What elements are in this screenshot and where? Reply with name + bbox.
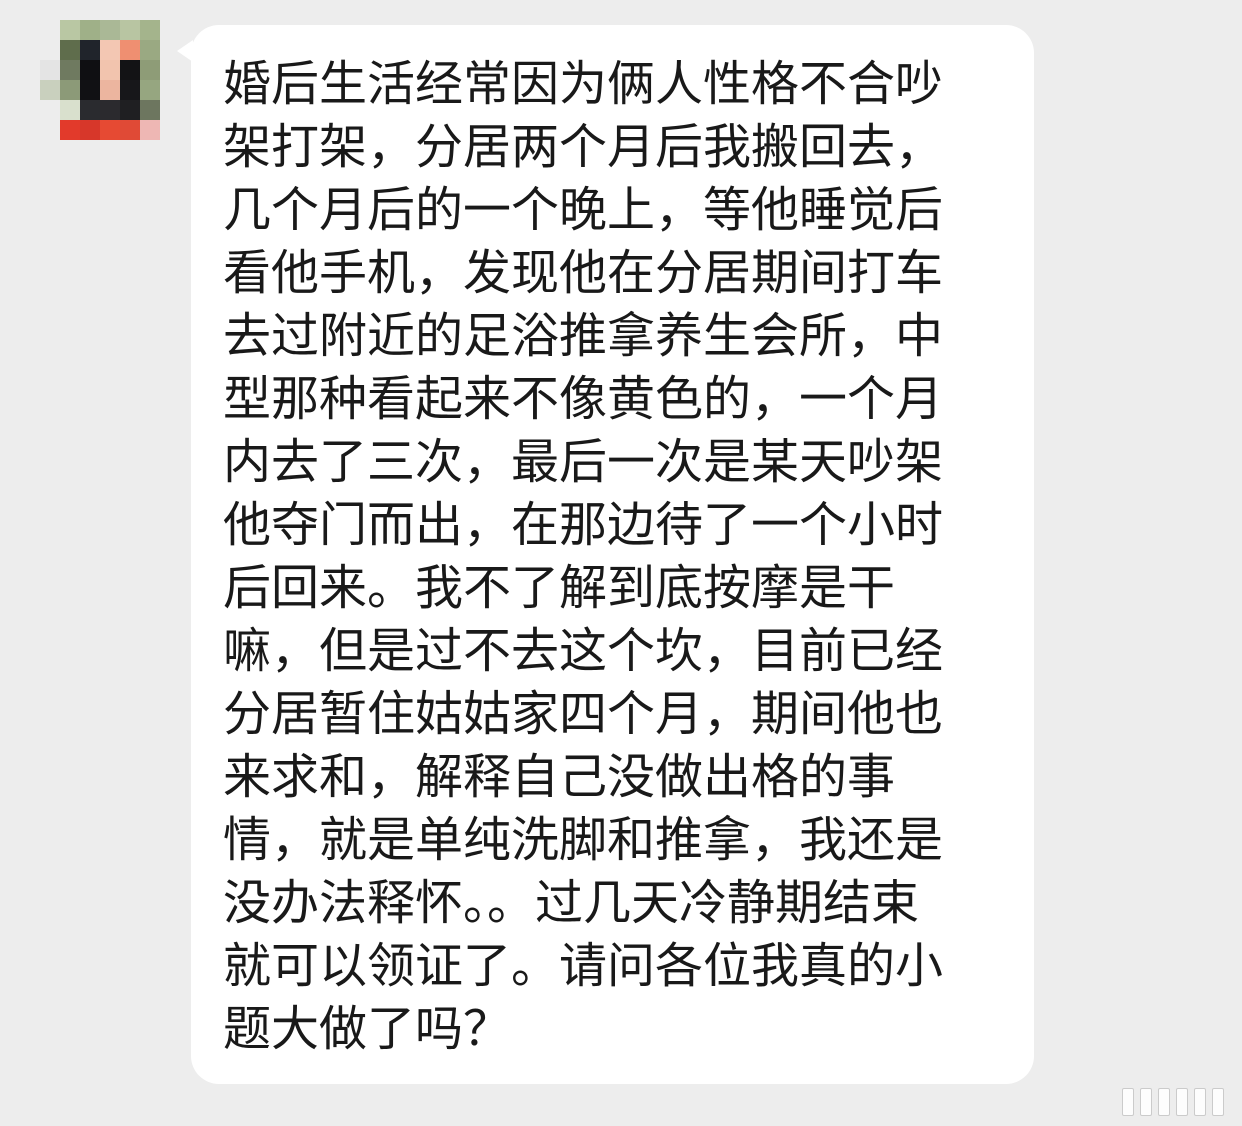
watermark-bar <box>1122 1088 1134 1116</box>
avatar-pixel <box>120 40 140 60</box>
avatar-pixel <box>60 60 80 80</box>
avatar-pixel <box>80 100 100 120</box>
avatar-pixel <box>80 120 100 140</box>
watermark-bar <box>1176 1088 1188 1116</box>
avatar-pixel <box>40 80 60 100</box>
avatar-pixel <box>80 60 100 80</box>
avatar-pixel <box>100 20 120 40</box>
avatar-pixel <box>140 120 160 140</box>
chat-message-row: 婚后生活经常因为俩人性格不合吵 架打架，分居两个月后我搬回去， 几个月后的一个晚… <box>0 0 1242 1126</box>
avatar-pixel <box>120 100 140 120</box>
pixelated-avatar-icon[interactable] <box>40 20 160 140</box>
avatar-pixel <box>120 60 140 80</box>
avatar-pixel <box>120 120 140 140</box>
message-bubble[interactable]: 婚后生活经常因为俩人性格不合吵 架打架，分居两个月后我搬回去， 几个月后的一个晚… <box>191 25 1034 1084</box>
watermark-bar <box>1140 1088 1152 1116</box>
avatar-pixel <box>140 100 160 120</box>
avatar-pixel <box>60 80 80 100</box>
avatar-pixel <box>100 80 120 100</box>
watermark-bar <box>1194 1088 1206 1116</box>
avatar-pixel <box>60 20 80 40</box>
avatar-pixel <box>60 100 80 120</box>
avatar-pixel <box>80 40 100 60</box>
avatar-pixel <box>100 40 120 60</box>
avatar-pixel <box>100 120 120 140</box>
avatar-pixel <box>140 80 160 100</box>
avatar-pixel <box>140 40 160 60</box>
watermark-bar <box>1212 1088 1224 1116</box>
avatar-pixel <box>140 20 160 40</box>
watermark-logo-icon <box>1122 1088 1224 1116</box>
watermark-bar <box>1158 1088 1170 1116</box>
avatar-pixel <box>120 80 140 100</box>
avatar-pixel <box>80 80 100 100</box>
avatar-pixel <box>140 60 160 80</box>
avatar-pixel <box>120 20 140 40</box>
message-text: 婚后生活经常因为俩人性格不合吵 架打架，分居两个月后我搬回去， 几个月后的一个晚… <box>223 56 944 1057</box>
avatar-pixel <box>80 20 100 40</box>
avatar-pixel <box>100 60 120 80</box>
avatar-pixel <box>60 120 80 140</box>
avatar-pixel <box>100 100 120 120</box>
avatar-pixel <box>60 40 80 60</box>
avatar-pixel <box>40 60 60 80</box>
